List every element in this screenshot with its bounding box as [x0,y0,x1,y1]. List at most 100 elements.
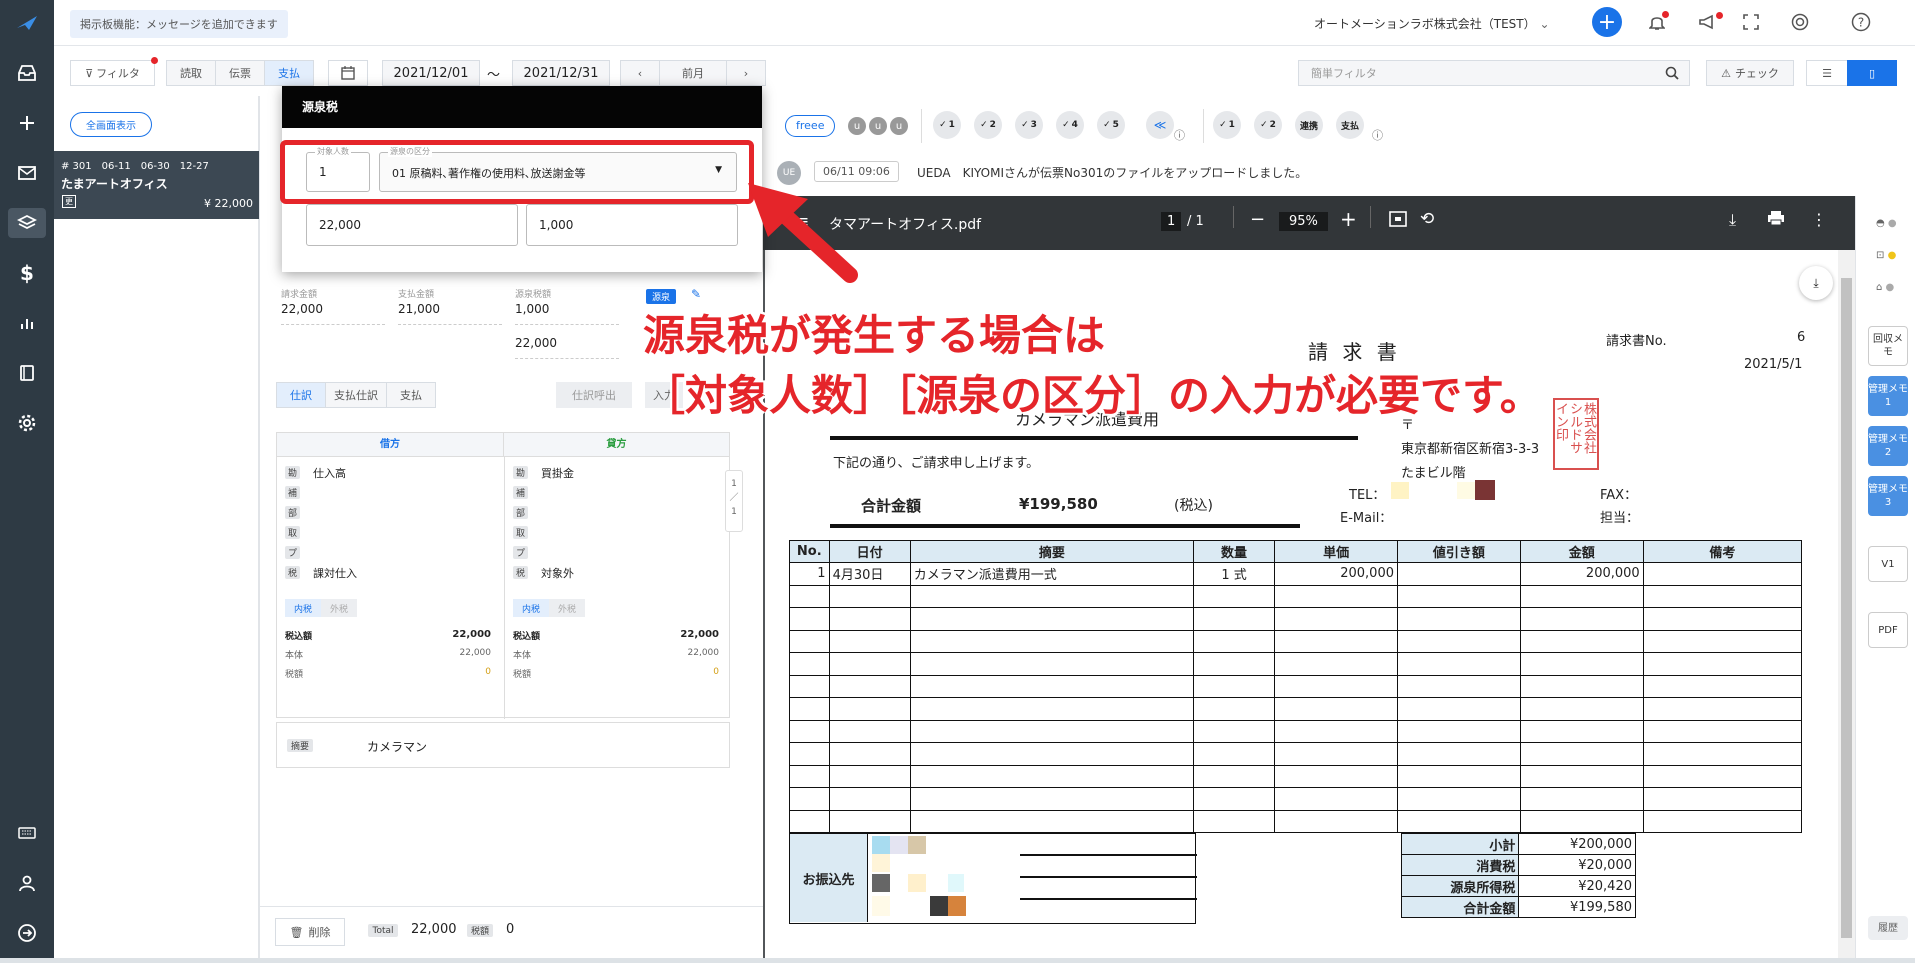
bank-icon[interactable]: ⌂ ● [1876,282,1894,293]
date-to[interactable]: 2021/12/31 [512,60,610,86]
check-badge[interactable]: ✓ 1 [933,111,961,139]
check-badge[interactable]: ✓ 1 [1213,111,1241,139]
list-item[interactable]: # 301 06-11 06-30 12-27 たまアートオフィス 更 ¥ 22… [54,151,259,219]
collect-memo-button[interactable]: 回収メモ [1868,326,1908,366]
megaphone-icon[interactable] [1692,7,1723,37]
check-badge[interactable]: ✓ 2 [1254,111,1282,139]
debit-tax-out[interactable]: 外税 [321,599,357,617]
tab-shiwake[interactable]: 仕訳 [276,382,326,408]
memo2-button[interactable]: 管理メモ2 [1868,426,1908,466]
freee-sync-icon[interactable]: ≪ [1146,111,1174,139]
totals-row: 源泉所得税 ¥20,420 [1400,875,1636,897]
bell-icon[interactable] [1642,7,1672,37]
pdf-page-input[interactable]: 1 [1161,212,1182,231]
list-view-icon[interactable]: ☰ [1806,60,1848,86]
fit-page-icon[interactable] [1389,211,1407,230]
check-badge[interactable]: ✓ 5 [1097,111,1125,139]
invoice-cell [1642,607,1803,631]
invoice-amount[interactable]: 22,000 [281,302,385,325]
layers-icon[interactable] [8,208,46,238]
rotate-icon[interactable]: ⟲ [1420,209,1434,229]
pdf-scrollbar[interactable] [1838,250,1855,963]
memo-text[interactable]: カメラマン [367,738,427,755]
tab-shiharai[interactable]: 支払 [386,382,436,408]
fullscreen-button[interactable]: 全画面表示 [70,112,152,137]
field-value[interactable]: 課対仕入 [313,565,357,581]
sum-value: 22,000 [459,648,492,658]
zoom-in-icon[interactable]: + [1340,207,1357,231]
withholding-amount[interactable]: 1,000 [515,302,619,325]
sum-value: 22,000 [680,629,719,640]
dollar-icon[interactable]: $ [14,260,40,286]
filter-button[interactable]: ⊽ フィルタ [70,60,155,86]
calendar-icon[interactable] [328,60,368,86]
renkei-badge[interactable]: 連携 [1295,111,1323,139]
field-value[interactable]: 対象外 [541,565,574,581]
prev-arrow-icon[interactable]: ‹ [620,60,660,86]
invoice-cell [1642,764,1803,788]
credit-tax-in[interactable]: 内税 [513,599,549,617]
credit-tax-out[interactable]: 外税 [549,599,585,617]
check-num: 1 [1228,120,1235,130]
seg-yomitori[interactable]: 読取 [166,60,216,86]
company-selector[interactable]: オートメーションラボ株式会社（TEST） ⌄ [1314,15,1550,32]
check-icon: ✓ [939,120,947,130]
delete-button[interactable]: 🗑 削除 [275,918,345,946]
debit-tax-in[interactable]: 内税 [285,599,321,617]
chart-icon[interactable] [14,310,40,336]
memo3-button[interactable]: 管理メモ3 [1868,476,1908,516]
print-icon[interactable] [1767,210,1785,229]
fullscreen-icon[interactable] [1736,7,1766,37]
notice-board[interactable]: 掲示板機能：メッセージを追加できます [70,10,288,38]
download-icon[interactable]: ⤓ [1729,210,1736,230]
bottom-scrollbar[interactable] [0,958,1915,963]
more-icon[interactable]: ⋮ [1811,210,1827,229]
next-arrow-icon[interactable]: › [726,60,766,86]
memo1-button[interactable]: 管理メモ1 [1868,376,1908,416]
seg-shiharai[interactable]: 支払 [264,60,314,86]
add-icon[interactable] [14,110,40,136]
prev-month-button[interactable]: 前月 [659,60,727,86]
freee-badge[interactable]: freee [785,115,836,137]
shiharai-badge[interactable]: 支払 [1336,111,1364,139]
logout-icon[interactable] [14,920,40,946]
edit-icon[interactable]: ✎ [691,287,701,301]
check-badge[interactable]: ✓ 3 [1015,111,1043,139]
date-from[interactable]: 2021/12/01 [382,60,480,86]
version-button[interactable]: V1 [1868,546,1908,582]
tab-shiharai-shiwake[interactable]: 支払仕訳 [325,382,387,408]
help-icon[interactable]: ? [1846,7,1876,37]
pdf-button[interactable]: PDF [1868,612,1908,648]
user-icon[interactable] [14,870,40,896]
zoom-out-icon[interactable]: − [1250,209,1265,230]
save-icon[interactable]: ⤓ [1799,266,1833,300]
invoice-cell [909,584,1194,608]
invoice-building: たまビル階 [1401,466,1466,481]
zoom-level[interactable]: 95% [1279,212,1328,231]
history-button[interactable]: 履歴 [1868,916,1908,940]
check-button[interactable]: ⚠ チェック [1706,60,1794,86]
amount1-field[interactable]: 22,000 [306,204,518,246]
inbox-icon[interactable] [14,60,40,86]
add-button[interactable]: + [1592,7,1622,37]
mail-check-icon[interactable] [14,160,40,186]
book-icon[interactable] [14,360,40,386]
invoice-no: 6 [1797,330,1806,345]
hat-icon[interactable]: ◓ ● [1876,218,1897,229]
payment-amount[interactable]: 21,000 [398,302,502,325]
amount2-field[interactable]: 1,000 [526,204,738,246]
quick-filter-input[interactable]: 簡単フィルタ [1298,60,1690,86]
seg-denpyo[interactable]: 伝票 [215,60,265,86]
field-value[interactable]: 仕入高 [313,465,346,481]
withholding-base[interactable]: 22,000 [515,336,619,359]
gear-icon[interactable] [14,410,40,436]
split-view-icon[interactable]: ▯ [1847,60,1897,86]
check-badge[interactable]: ✓ 4 [1056,111,1084,139]
support-icon[interactable] [1785,7,1815,37]
scan-icon[interactable]: ⊡ ● [1876,250,1896,261]
check-badge[interactable]: ✓ 2 [974,111,1002,139]
app-logo-icon[interactable] [14,10,40,36]
field-value[interactable]: 買掛金 [541,465,574,481]
keyboard-icon[interactable] [14,820,40,846]
call-journal-button[interactable]: 仕訳呼出 [556,382,632,408]
